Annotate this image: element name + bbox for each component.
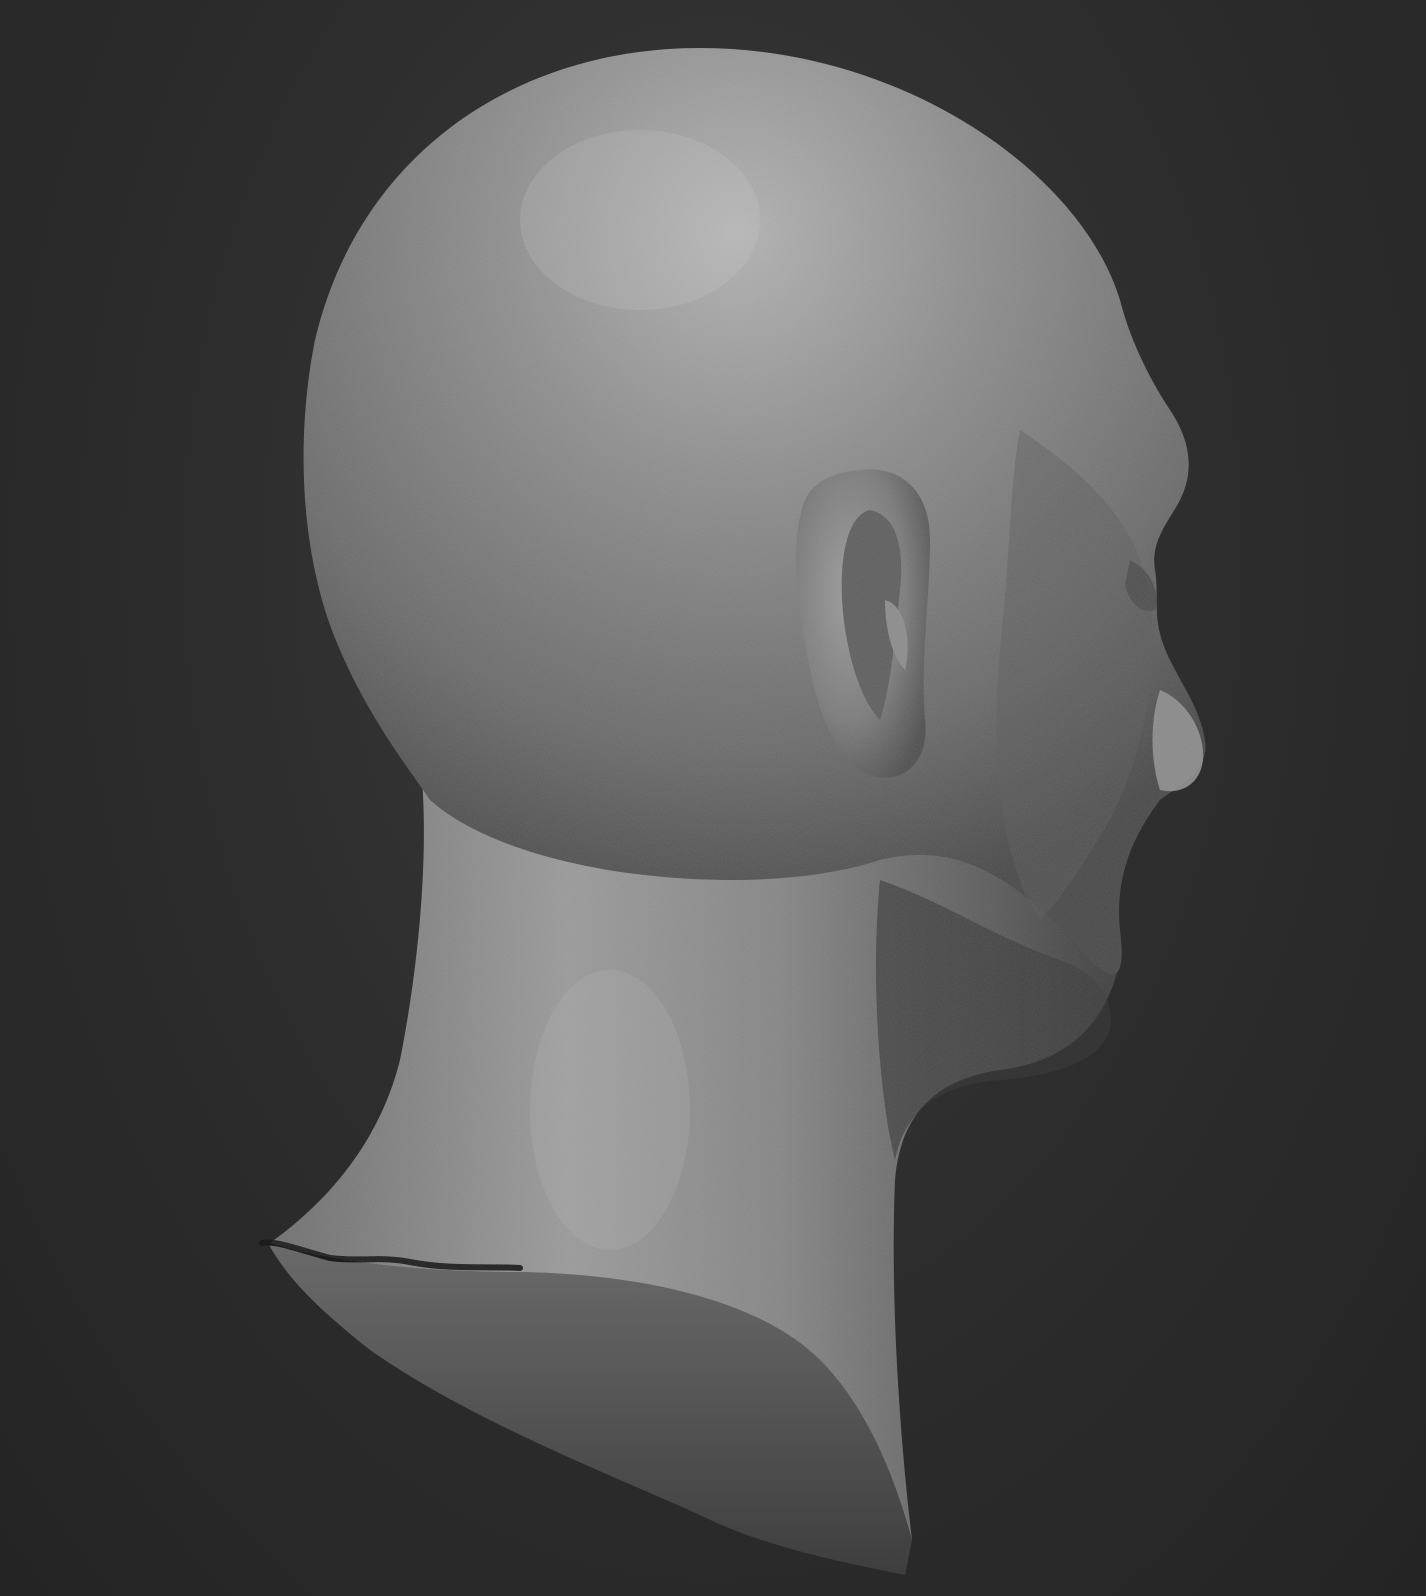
3d-viewport[interactable] bbox=[0, 0, 1426, 1596]
crown-highlight bbox=[520, 130, 760, 310]
neck-highlight bbox=[530, 970, 690, 1250]
sculpt-render bbox=[259, 48, 1206, 1575]
